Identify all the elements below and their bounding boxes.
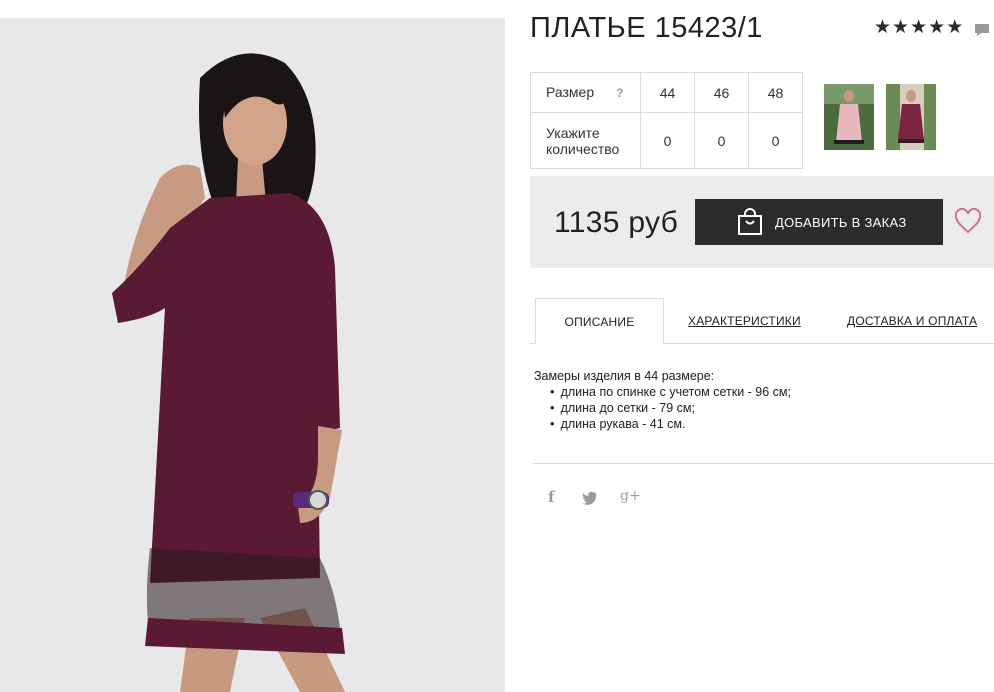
tab-characteristics[interactable]: ХАРАКТЕРИСТИКИ (688, 298, 801, 344)
quantity-input-44[interactable]: 0 (640, 112, 695, 169)
star-icon[interactable]: ★ (946, 18, 963, 38)
list-item: длина до сетки - 79 см; (550, 400, 791, 416)
size-label: Размер (546, 84, 595, 100)
star-icon[interactable]: ★ (910, 18, 927, 38)
tab-description[interactable]: ОПИСАНИЕ (535, 298, 664, 345)
add-to-order-button[interactable]: ДОБАВИТЬ В ЗАКАЗ (695, 199, 943, 245)
model-wearing-dress-image (0, 18, 505, 692)
heart-icon[interactable] (954, 208, 982, 234)
description-intro: Замеры изделия в 44 размере: (534, 369, 715, 383)
size-option-48[interactable]: 48 (748, 72, 803, 113)
tab-delivery-payment[interactable]: ДОСТАВКА И ОПЛАТА (847, 298, 977, 344)
divider (533, 463, 994, 464)
star-icon[interactable]: ★ (892, 18, 909, 38)
product-photo[interactable] (0, 18, 505, 692)
add-to-order-label: ДОБАВИТЬ В ЗАКАЗ (775, 214, 907, 230)
size-option-44[interactable]: 44 (640, 72, 695, 113)
product-tabs: ОПИСАНИЕ ХАРАКТЕРИСТИКИ ДОСТАВКА И ОПЛАТ… (530, 298, 994, 345)
shopping-bag-icon (738, 208, 762, 235)
list-item: длина по спинке с учетом сетки - 96 см; (550, 384, 791, 400)
thumbnail-pink-dress[interactable] (824, 84, 874, 150)
rating-stars[interactable]: ★ ★ ★ ★ ★ (874, 18, 963, 38)
price: 1135 руб (554, 206, 679, 239)
size-help-icon[interactable]: ? (616, 86, 623, 100)
price-panel: 1135 руб ДОБАВИТЬ В ЗАКАЗ (530, 176, 994, 268)
facebook-icon[interactable]: f (548, 488, 554, 506)
star-icon[interactable]: ★ (874, 18, 891, 38)
product-title: ПЛАТЬЕ 15423/1 (530, 12, 763, 44)
quantity-label-cell: Укажите количество (530, 112, 641, 169)
twitter-icon[interactable] (582, 491, 598, 505)
measurements-list: длина по спинке с учетом сетки - 96 см; … (550, 384, 791, 432)
star-icon[interactable]: ★ (928, 18, 945, 38)
quantity-input-46[interactable]: 0 (694, 112, 749, 169)
size-option-46[interactable]: 46 (694, 72, 749, 113)
list-item: длина рукава - 41 см. (550, 416, 791, 432)
quantity-input-48[interactable]: 0 (748, 112, 803, 169)
size-quantity-table: Размер? 44 46 48 Укажите количество 0 0 … (530, 72, 803, 169)
description-panel: Замеры изделия в 44 размере: длина по сп… (534, 368, 791, 432)
size-label-cell: Размер? (530, 72, 641, 113)
thumbnail-burgundy-dress[interactable] (886, 84, 936, 150)
google-plus-icon[interactable]: g+ (620, 488, 641, 504)
quantity-label-line2: количество (546, 140, 620, 157)
quantity-label-line1: Укажите (546, 124, 600, 141)
comment-icon[interactable] (974, 22, 990, 38)
